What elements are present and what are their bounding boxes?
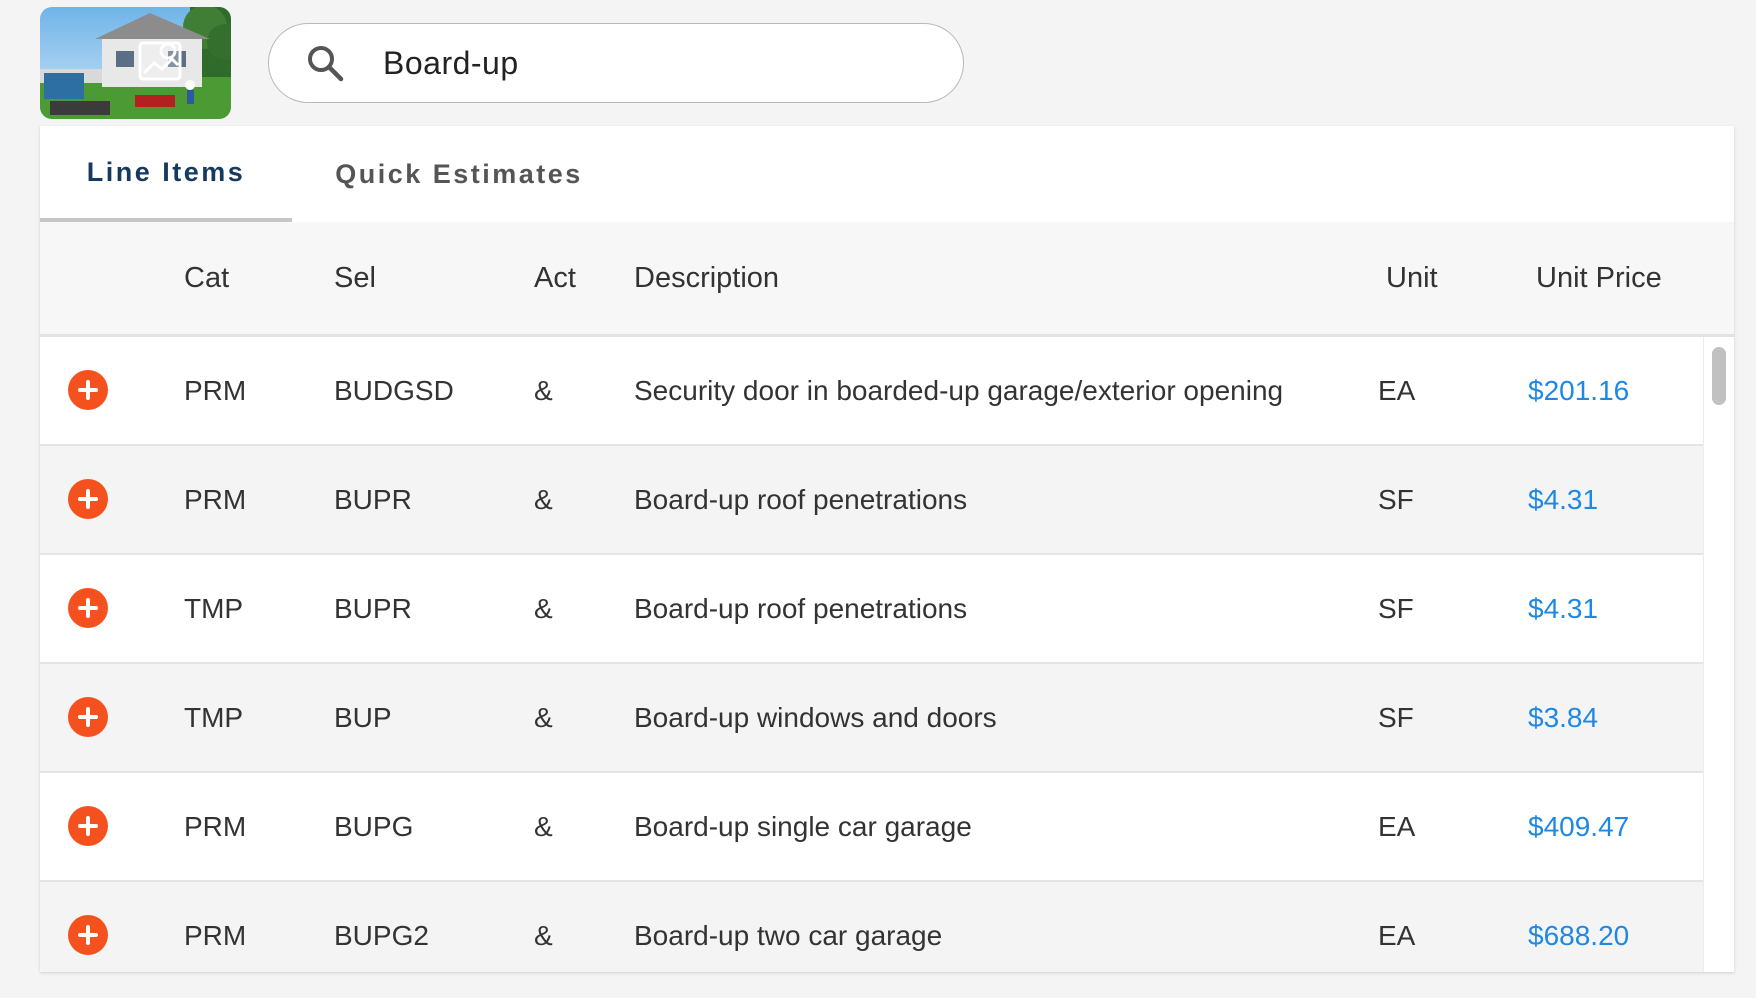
column-header-description[interactable]: Description: [634, 222, 779, 334]
column-header-act[interactable]: Act: [534, 222, 576, 334]
cell-unit: EA: [1378, 811, 1416, 842]
cell-sel: BUPG2: [334, 920, 429, 951]
cell-description: Board-up roof penetrations: [634, 484, 968, 515]
column-header-sel[interactable]: Sel: [334, 222, 376, 334]
cell-unit-price[interactable]: $3.84: [1528, 664, 1598, 771]
search-box[interactable]: [268, 23, 964, 103]
cell-sel: BUPR: [334, 484, 412, 515]
cell-description: Board-up two car garage: [634, 920, 943, 951]
column-header-unit-price[interactable]: Unit Price: [1536, 222, 1662, 334]
cell-description: Board-up roof penetrations: [634, 593, 968, 624]
cell-act: &: [534, 375, 553, 406]
cell-act: &: [534, 484, 553, 515]
scrollbar-thumb[interactable]: [1712, 347, 1726, 405]
add-circle-icon[interactable]: [68, 697, 108, 737]
cell-unit-price[interactable]: $201.16: [1528, 337, 1629, 444]
cell-act: &: [534, 702, 553, 733]
cell-unit-price[interactable]: $409.47: [1528, 773, 1629, 880]
cell-cat: PRM: [184, 920, 247, 951]
column-header-cat[interactable]: Cat: [184, 222, 229, 334]
cell-sel: BUPR: [334, 593, 412, 624]
table-row[interactable]: TMP BUP & Board-up windows and doors SF …: [40, 664, 1704, 773]
cell-description: Security door in boarded-up garage/exter…: [634, 375, 1284, 406]
cell-unit-price[interactable]: $4.31: [1528, 555, 1598, 662]
header: [40, 7, 1740, 119]
cell-unit: SF: [1378, 702, 1414, 733]
add-circle-icon[interactable]: [68, 915, 108, 955]
add-circle-icon[interactable]: [68, 588, 108, 628]
table-body: PRM BUDGSD & Security door in boarded-up…: [40, 337, 1704, 972]
cell-sel: BUP: [334, 702, 392, 733]
cell-cat: PRM: [184, 811, 247, 842]
add-circle-icon[interactable]: [68, 806, 108, 846]
cell-sel: BUDGSD: [334, 375, 454, 406]
cell-act: &: [534, 920, 553, 951]
house-photo-image: [40, 7, 231, 119]
cell-act: &: [534, 593, 553, 624]
table-row[interactable]: PRM BUDGSD & Security door in boarded-up…: [40, 337, 1704, 446]
project-thumbnail[interactable]: [40, 7, 231, 119]
search-icon: [305, 43, 345, 83]
table-row[interactable]: PRM BUPG2 & Board-up two car garage EA $…: [40, 882, 1704, 972]
tab-line-items[interactable]: Line Items: [40, 126, 292, 222]
cell-unit: SF: [1378, 593, 1414, 624]
search-input[interactable]: [381, 43, 945, 83]
cell-unit: EA: [1378, 920, 1416, 951]
cell-cat: TMP: [184, 593, 244, 624]
column-header-unit[interactable]: Unit: [1386, 222, 1438, 334]
cell-cat: TMP: [184, 702, 244, 733]
tab-quick-estimates[interactable]: Quick Estimates: [292, 126, 626, 222]
table-row[interactable]: TMP BUPR & Board-up roof penetrations SF…: [40, 555, 1704, 664]
table-header: Cat Sel Act Description Unit Unit Price: [40, 222, 1734, 337]
cell-cat: PRM: [184, 375, 247, 406]
cell-description: Board-up single car garage: [634, 811, 972, 842]
table-row[interactable]: PRM BUPG & Board-up single car garage EA…: [40, 773, 1704, 882]
cell-cat: PRM: [184, 484, 247, 515]
cell-unit: EA: [1378, 375, 1416, 406]
tab-bar: Line Items Quick Estimates: [40, 126, 1734, 222]
add-circle-icon[interactable]: [68, 479, 108, 519]
cell-unit: SF: [1378, 484, 1414, 515]
vertical-scrollbar[interactable]: [1703, 337, 1734, 972]
cell-unit-price[interactable]: $688.20: [1528, 882, 1629, 972]
table-row[interactable]: PRM BUPR & Board-up roof penetrations SF…: [40, 446, 1704, 555]
cell-sel: BUPG: [334, 811, 414, 842]
cell-unit-price[interactable]: $4.31: [1528, 446, 1598, 553]
add-circle-icon[interactable]: [68, 370, 108, 410]
cell-description: Board-up windows and doors: [634, 702, 997, 733]
cell-act: &: [534, 811, 553, 842]
results-panel: Line Items Quick Estimates Cat Sel Act D…: [40, 126, 1734, 972]
